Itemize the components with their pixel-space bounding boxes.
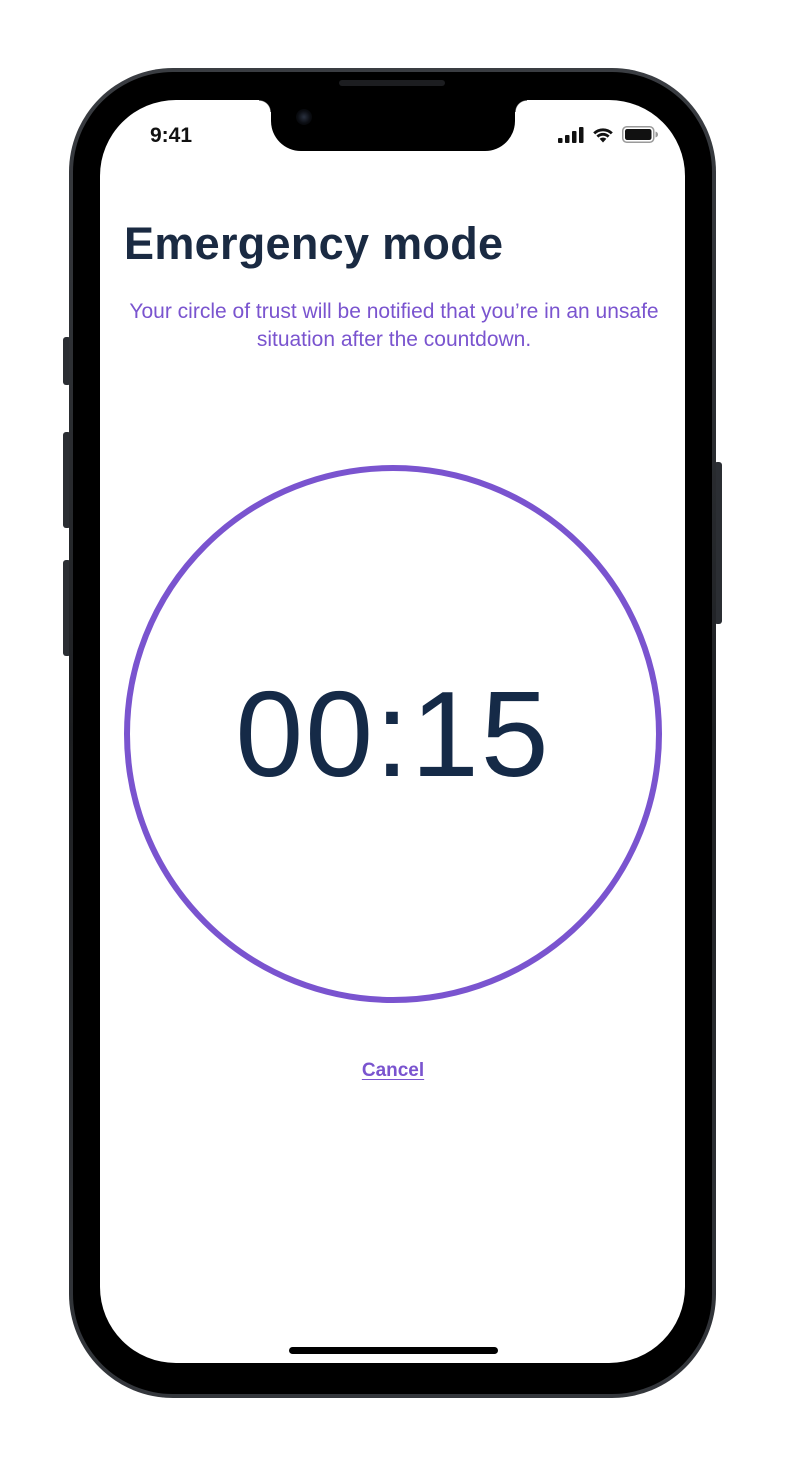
page-subtitle: Your circle of trust will be notified th… [129, 300, 659, 351]
battery-icon [622, 126, 658, 143]
wifi-icon [593, 128, 613, 143]
cancel-button[interactable]: Cancel [100, 1060, 685, 1082]
earpiece-speaker [339, 80, 445, 86]
countdown-timer: 00:15 [235, 666, 551, 802]
home-indicator[interactable] [289, 1347, 498, 1354]
phone-screen: 9:41 Emergency mode Your circle of trust… [100, 100, 685, 1363]
status-time: 9:41 [150, 124, 193, 147]
phone-bezel: 9:41 Emergency mode Your circle of trust… [73, 72, 712, 1394]
device-mockup: 9:41 Emergency mode Your circle of trust… [0, 0, 785, 1466]
notch [259, 100, 527, 151]
cellular-signal-icon [558, 126, 584, 143]
status-icons [558, 126, 659, 143]
phone-frame: 9:41 Emergency mode Your circle of trust… [69, 68, 716, 1398]
front-camera-icon [296, 109, 312, 125]
page-title: Emergency mode [124, 218, 504, 269]
